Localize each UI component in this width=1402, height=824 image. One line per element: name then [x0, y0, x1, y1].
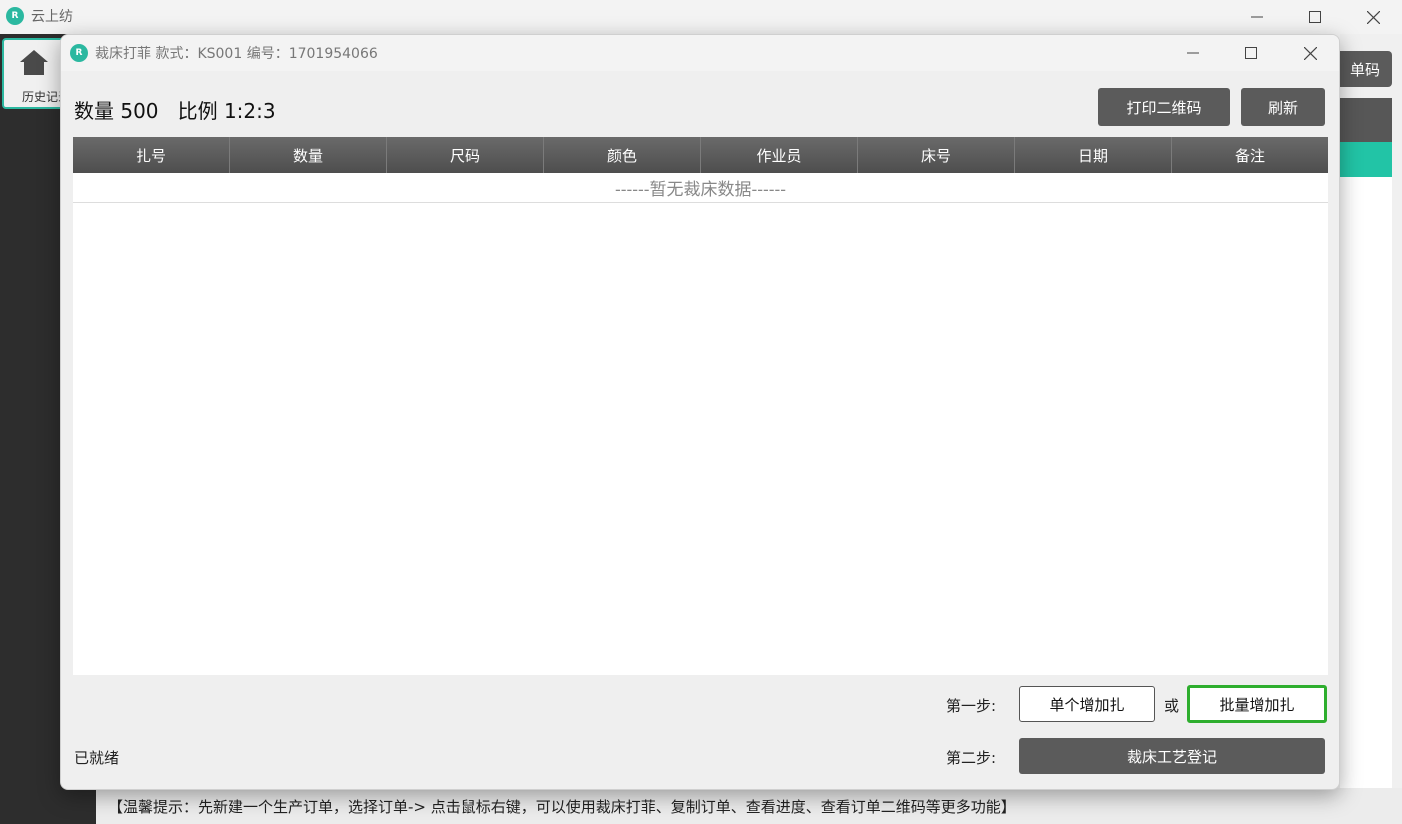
footer-tip: 【温馨提示：先新建一个生产订单，选择订单-> 点击鼠标右键，可以使用裁床打菲、复… [96, 788, 1402, 824]
dialog-titlebar: R 裁床打菲 款式：KS001 编号：1701954066 [61, 35, 1339, 71]
minimize-icon [1187, 52, 1199, 54]
main-close-button[interactable] [1344, 0, 1402, 34]
selected-row[interactable] [1340, 142, 1392, 177]
column-header[interactable]: 尺码 [387, 137, 544, 173]
cutting-dialog: R 裁床打菲 款式：KS001 编号：1701954066 数量 500 比例 … [60, 34, 1340, 790]
main-titlebar: R 云上纺 [0, 0, 1402, 34]
column-header[interactable]: 备注 [1172, 137, 1328, 173]
sidebar-item-history[interactable]: 历史记录 [2, 38, 70, 109]
step1-label: 第一步: [946, 697, 997, 715]
column-header[interactable]: 日期 [1015, 137, 1172, 173]
dialog-logo-icon: R [70, 44, 88, 62]
table-body[interactable]: ------暂无裁床数据------ [73, 173, 1328, 675]
main-window-title: 云上纺 [31, 9, 73, 25]
dialog-maximize-button[interactable] [1222, 35, 1280, 71]
column-header[interactable]: 扎号 [73, 137, 230, 173]
close-icon [1303, 46, 1317, 60]
add-single-bundle-button[interactable]: 单个增加扎 [1019, 686, 1155, 722]
close-icon [1366, 10, 1380, 24]
or-label: 或 [1164, 697, 1180, 715]
minimize-icon [1251, 16, 1263, 18]
maximize-icon [1245, 47, 1257, 59]
main-maximize-button[interactable] [1286, 0, 1344, 34]
refresh-button[interactable]: 刷新 [1241, 88, 1325, 126]
maximize-icon [1309, 11, 1321, 23]
table-header: 扎号 数量 尺码 颜色 作业员 床号 日期 备注 [73, 137, 1328, 173]
column-header[interactable]: 作业员 [701, 137, 858, 173]
column-header[interactable]: 颜色 [544, 137, 701, 173]
dialog-minimize-button[interactable] [1164, 35, 1222, 71]
cutting-register-button[interactable]: 裁床工艺登记 [1019, 738, 1325, 774]
column-header[interactable]: 数量 [230, 137, 387, 173]
main-minimize-button[interactable] [1228, 0, 1286, 34]
app-logo-icon: R [6, 7, 24, 25]
add-batch-bundle-button[interactable]: 批量增加扎 [1187, 685, 1327, 723]
dialog-title: 裁床打菲 款式：KS001 编号：1701954066 [95, 46, 378, 62]
column-header[interactable]: 床号 [858, 137, 1015, 173]
status-text: 已就绪 [74, 749, 120, 767]
empty-table-message: ------暂无裁床数据------ [73, 173, 1328, 203]
step2-label: 第二步: [946, 749, 997, 767]
main-table-header [1340, 98, 1392, 142]
print-qr-button[interactable]: 打印二维码 [1098, 88, 1230, 126]
home-icon [20, 50, 48, 75]
dialog-close-button[interactable] [1281, 35, 1339, 71]
quantity-ratio-summary: 数量 500 比例 1:2:3 [74, 99, 276, 123]
main-table-body [1340, 177, 1392, 788]
